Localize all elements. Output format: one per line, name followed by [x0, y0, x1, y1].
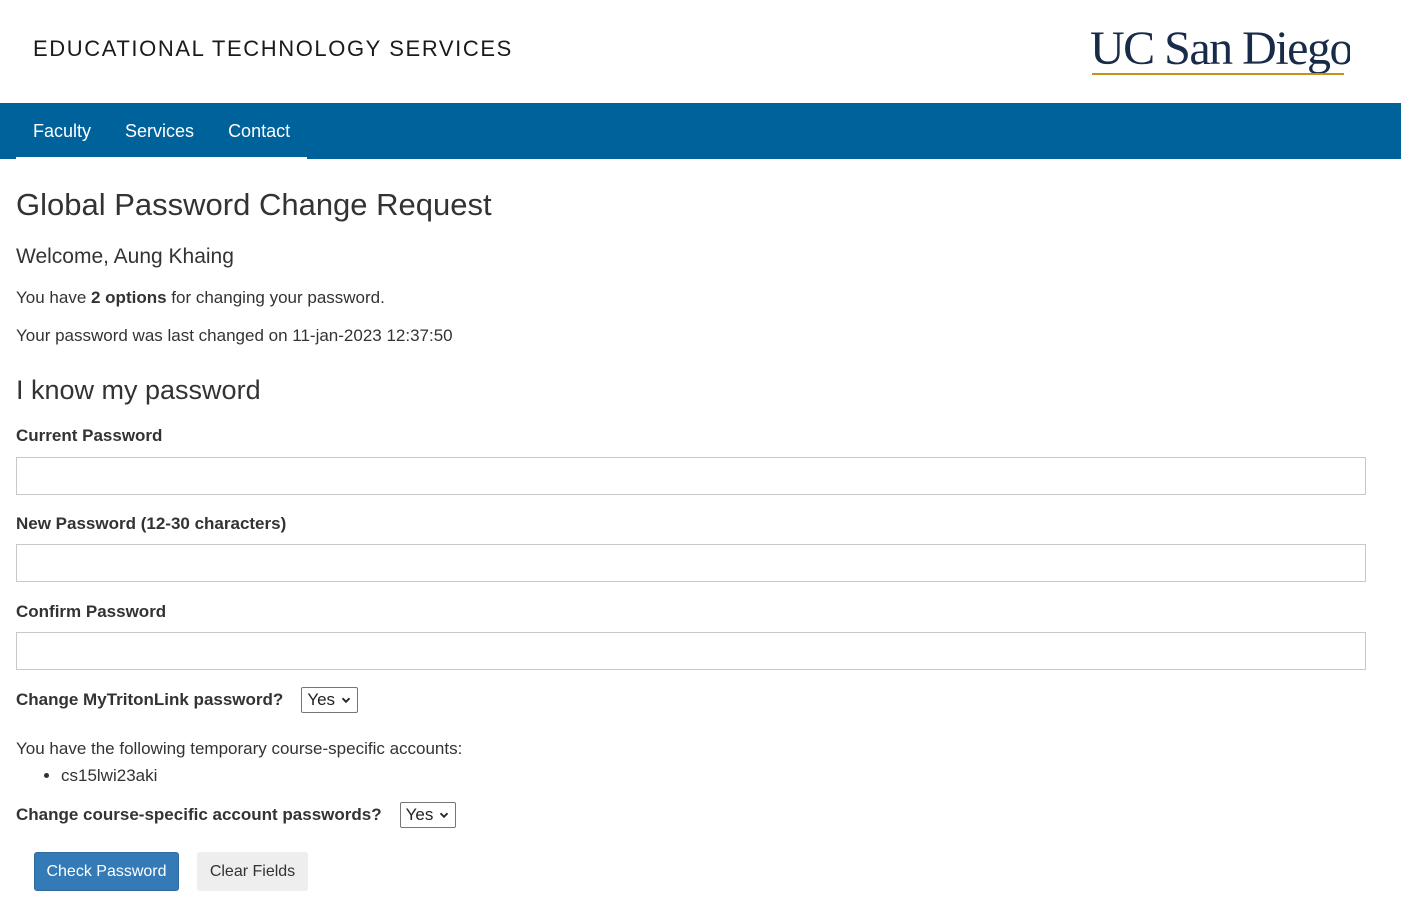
confirm-password-label: Confirm Password [16, 602, 167, 621]
site-header: EDUCATIONAL TECHNOLOGY SERVICES UC San D… [0, 0, 1401, 103]
temp-accounts-text: You have the following temporary course-… [16, 739, 463, 758]
new-password-input[interactable] [16, 544, 1366, 582]
site-title-link[interactable]: EDUCATIONAL TECHNOLOGY SERVICES [33, 36, 513, 62]
course-accounts-row: Change course-specific account passwords… [16, 802, 457, 828]
section-title: I know my password [16, 375, 261, 405]
mytritonlink-selected-value: Yes [307, 690, 336, 709]
chevron-down-icon [440, 812, 449, 819]
chevron-down-icon [341, 697, 351, 704]
options-suffix: for changing your password. [166, 288, 385, 307]
nav-item-faculty[interactable]: Faculty [16, 103, 108, 157]
ucsd-logo[interactable]: UC San Diego [1090, 22, 1350, 78]
course-accounts-label: Change course-specific account passwords… [16, 805, 382, 824]
clear-fields-button[interactable]: Clear Fields [197, 852, 308, 891]
logo-underline [1092, 73, 1344, 75]
current-password-label: Current Password [16, 426, 163, 445]
course-accounts-select[interactable]: Yes [399, 802, 457, 828]
options-prefix: You have [16, 288, 91, 307]
options-text: You have 2 options for changing your pas… [16, 288, 385, 308]
nav-menu: Faculty Services Contact [16, 103, 308, 159]
new-password-label: New Password (12-30 characters) [16, 514, 287, 533]
temp-accounts-list: cs15lwi23aki [16, 766, 157, 786]
course-accounts-selected-value: Yes [405, 805, 434, 824]
mytritonlink-select[interactable]: Yes [301, 687, 359, 713]
page-title: Global Password Change Request [16, 187, 492, 222]
mytritonlink-row: Change MyTritonLink password? Yes [16, 687, 359, 713]
check-password-button[interactable]: Check Password [34, 852, 179, 891]
confirm-password-input[interactable] [16, 632, 1366, 670]
list-item: cs15lwi23aki [61, 766, 157, 786]
options-count: 2 options [91, 288, 167, 307]
welcome-message: Welcome, Aung Khaing [16, 245, 234, 268]
mytritonlink-label: Change MyTritonLink password? [16, 690, 284, 709]
ucsd-logo-graphic: UC San Diego [1090, 22, 1350, 75]
last-changed-text: Your password was last changed on 11-jan… [16, 326, 453, 345]
logo-wordmark: UC San Diego [1090, 22, 1350, 75]
current-password-input[interactable] [16, 457, 1366, 495]
nav-item-contact[interactable]: Contact [211, 103, 307, 157]
nav-item-services[interactable]: Services [108, 103, 211, 157]
main-navbar: Faculty Services Contact [0, 103, 1401, 159]
